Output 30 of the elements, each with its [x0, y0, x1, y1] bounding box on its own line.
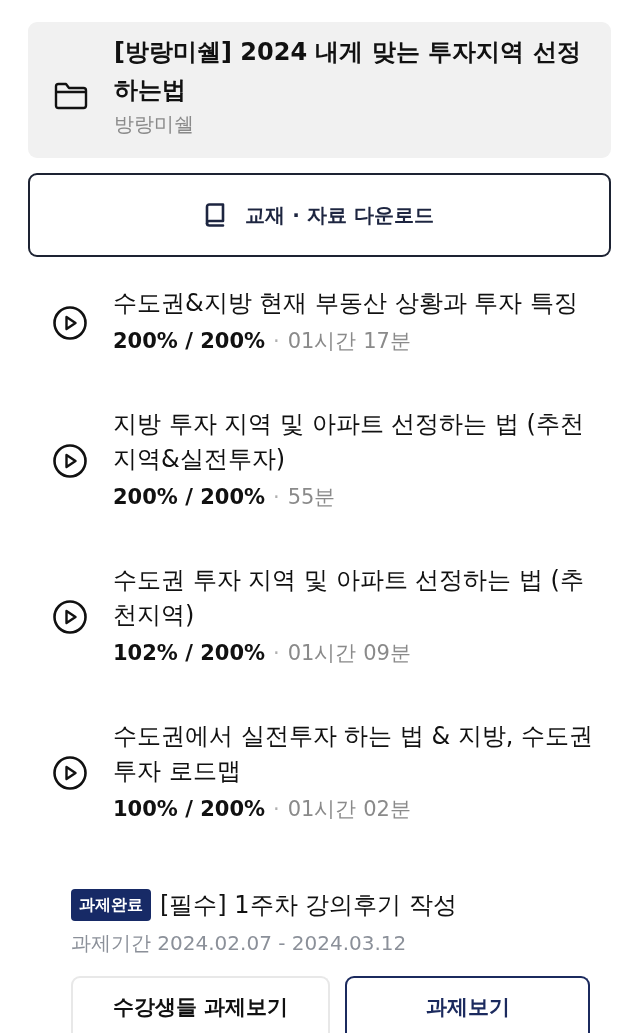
- view-students-assignments-button[interactable]: 수강생들 과제보기: [71, 976, 330, 1033]
- lesson-title: 수도권에서 실전투자 하는 법 & 지방, 수도권 투자 로드맵: [113, 721, 595, 787]
- separator-dot: ·: [273, 640, 280, 667]
- download-button[interactable]: 교재 · 자료 다운로드: [28, 173, 611, 257]
- progress-text: 200% / 200%: [113, 328, 266, 355]
- assignment-period: 과제기간 2024.02.07 - 2024.03.12: [71, 930, 408, 957]
- lesson-title: 지방 투자 지역 및 아파트 선정하는 법 (추천지역&실전투자): [113, 409, 585, 475]
- course-title: [방랑미쉘] 2024 내게 맞는 투자지역 선정하는법: [114, 37, 582, 106]
- lesson-title: 수도권&지방 현재 부동산 상황과 투자 특징: [113, 288, 579, 319]
- assignment-title: [필수] 1주차 강의후기 작성: [160, 890, 457, 921]
- play-icon[interactable]: [53, 756, 87, 790]
- duration-text: 55분: [287, 484, 336, 511]
- lesson-title: 수도권 투자 지역 및 아파트 선정하는 법 (추천지역): [113, 565, 585, 631]
- duration-text: 01시간 17분: [287, 328, 411, 355]
- play-icon[interactable]: [53, 305, 87, 340]
- separator-dot: ·: [273, 328, 280, 355]
- progress-text: 102% / 200%: [113, 640, 266, 667]
- progress-text: 100% / 200%: [113, 796, 266, 823]
- folder-icon: [54, 81, 88, 110]
- book-icon: [205, 203, 226, 227]
- play-icon[interactable]: [53, 444, 87, 478]
- separator-dot: ·: [273, 796, 280, 823]
- separator-dot: ·: [273, 484, 280, 511]
- progress-text: 200% / 200%: [113, 484, 266, 511]
- duration-text: 01시간 09분: [287, 640, 411, 667]
- course-author: 방랑미쉘: [114, 111, 195, 138]
- view-assignment-button[interactable]: 과제보기: [345, 976, 590, 1033]
- status-badge: 과제완료: [71, 889, 151, 921]
- duration-text: 01시간 02분: [287, 796, 411, 823]
- play-icon[interactable]: [53, 600, 87, 634]
